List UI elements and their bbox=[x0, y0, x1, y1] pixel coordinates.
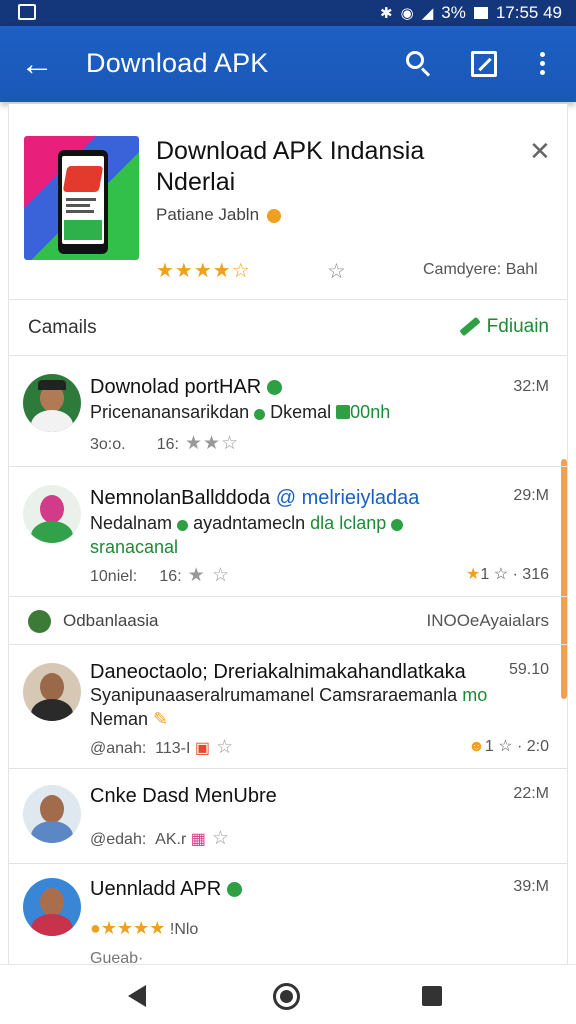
row-time: 32:M bbox=[513, 378, 549, 395]
nav-back-icon[interactable] bbox=[128, 985, 146, 1007]
close-icon[interactable]: ✕ bbox=[529, 138, 551, 164]
row-text-2: Neman ✎ bbox=[90, 709, 169, 729]
list-item[interactable]: Downolad portHAR 32:M Pricenanansarikdan… bbox=[9, 356, 567, 467]
status-indicators: ✱ ◉ ◢ 3% 17:55 49 bbox=[380, 3, 562, 23]
clock: 17:55 49 bbox=[495, 3, 562, 22]
row-time: 59.10 bbox=[508, 661, 549, 678]
battery-percent: 3% bbox=[441, 3, 466, 22]
row-time: 22:M bbox=[513, 785, 549, 802]
rating-stars: ★★★★☆ bbox=[156, 260, 251, 282]
status-bar: ✱ ◉ ◢ 3% 17:55 49 bbox=[0, 0, 576, 26]
section-header: Camails Fdiuain bbox=[9, 300, 567, 356]
signal-icon: ◢ bbox=[421, 5, 434, 22]
app-bar: ← Download APK bbox=[0, 26, 576, 102]
row-title: Downolad portHAR bbox=[90, 376, 282, 399]
nav-recent-icon[interactable] bbox=[422, 986, 442, 1006]
section-action-label: Fdiuain bbox=[486, 316, 549, 337]
arrow-back-icon[interactable]: ← bbox=[20, 46, 54, 82]
avatar bbox=[23, 663, 81, 721]
wifi-icon: ◉ bbox=[400, 5, 414, 22]
row-title: Cnke Dasd MenUbre bbox=[90, 785, 277, 807]
search-icon[interactable] bbox=[400, 46, 434, 82]
group-icon bbox=[28, 610, 51, 633]
row-title: NemnolanBallddoda @ melrieiyladaa bbox=[90, 487, 420, 509]
dot-icon bbox=[177, 520, 189, 531]
bluetooth-icon: ✱ bbox=[380, 5, 393, 22]
row-text: Nedalnam ayadntamecln dla lclanp bbox=[90, 511, 404, 536]
row-text-2: sranacanal bbox=[90, 537, 179, 557]
verified-badge-icon bbox=[266, 208, 281, 223]
row-stars: ★★☆ bbox=[184, 433, 240, 454]
developer-label: Patiane Jabln bbox=[156, 205, 260, 224]
section-title: Camails bbox=[28, 317, 97, 338]
tag-icon bbox=[336, 405, 351, 419]
row-meta: @edah: AK.r ▦ ☆ bbox=[90, 828, 230, 849]
group-right-label: INOOeAyaialars bbox=[426, 611, 549, 630]
row-meta-partial: Gueab· bbox=[90, 950, 144, 964]
category-label: Camdyere: Bahl bbox=[423, 261, 538, 278]
list-item[interactable]: NemnolanBallddoda @ melrieiyladaa 29:M N… bbox=[9, 467, 567, 597]
battery-icon bbox=[473, 7, 488, 19]
main-content[interactable]: Download APK Indansia Nderlai ✕ Patiane … bbox=[8, 104, 568, 964]
app-card[interactable]: Download APK Indansia Nderlai ✕ Patiane … bbox=[9, 104, 567, 300]
avatar bbox=[23, 878, 81, 936]
verified-icon bbox=[266, 380, 282, 395]
list-item[interactable]: Cnke Dasd MenUbre 22:M @edah: AK.r ▦ ☆ bbox=[9, 769, 567, 864]
row-title: Daneoctaolo; Dreriakalnimakahandlatkaka bbox=[90, 661, 466, 683]
list-item[interactable]: Daneoctaolo; Dreriakalnimakahandlatkaka … bbox=[9, 645, 567, 769]
screenshot-icon bbox=[18, 4, 36, 20]
list-item[interactable]: Uennladd APR 39:M ●★★★★ !Nlo Gueab· bbox=[9, 864, 567, 964]
page-title: Download APK bbox=[86, 48, 269, 78]
row-text: Syanipunaaseralrumamanel Camsraraemanla … bbox=[90, 685, 488, 705]
favorite-star-icon[interactable]: ☆ bbox=[327, 259, 346, 284]
row-meta: ●★★★★ !Nlo bbox=[90, 918, 199, 938]
developer-name[interactable]: Patiane Jabln bbox=[156, 205, 281, 225]
pencil-icon bbox=[458, 317, 481, 337]
row-text: Pricenanansarikdan Dkemal 00nh bbox=[90, 402, 391, 422]
app-title: Download APK Indansia Nderlai bbox=[156, 137, 425, 196]
avatar bbox=[23, 374, 81, 432]
row-meta-right: ★1 ☆ · 316 bbox=[466, 566, 549, 583]
row-meta-right: ☻1 ☆ · 2:0 bbox=[468, 738, 549, 755]
avatar bbox=[23, 785, 81, 843]
row-meta: 10niel: 16: ★ ☆ bbox=[90, 565, 230, 586]
group-header[interactable]: Odbanlaasia INOOeAyaialars bbox=[9, 597, 567, 645]
row-title: Uennladd APR bbox=[90, 878, 242, 901]
nav-home-icon[interactable] bbox=[273, 983, 300, 1010]
dot-icon bbox=[254, 409, 266, 420]
verified-icon bbox=[226, 882, 242, 897]
dot-icon bbox=[391, 519, 404, 531]
row-meta: @anah: 113-I ▣ ☆ bbox=[90, 737, 235, 758]
row-meta: 3o:o. 16: ★★☆ bbox=[90, 433, 240, 454]
avatar bbox=[23, 485, 81, 543]
app-thumbnail bbox=[24, 136, 139, 260]
navigation-bar bbox=[0, 964, 576, 1024]
open-external-icon[interactable] bbox=[468, 46, 502, 82]
more-vert-icon[interactable] bbox=[530, 46, 564, 82]
group-title: Odbanlaasia bbox=[63, 611, 159, 630]
row-time: 39:M bbox=[513, 878, 549, 895]
section-action-button[interactable]: Fdiuain bbox=[458, 316, 549, 338]
row-time: 29:M bbox=[513, 487, 549, 504]
row-stars: ★ ☆ bbox=[187, 565, 230, 586]
